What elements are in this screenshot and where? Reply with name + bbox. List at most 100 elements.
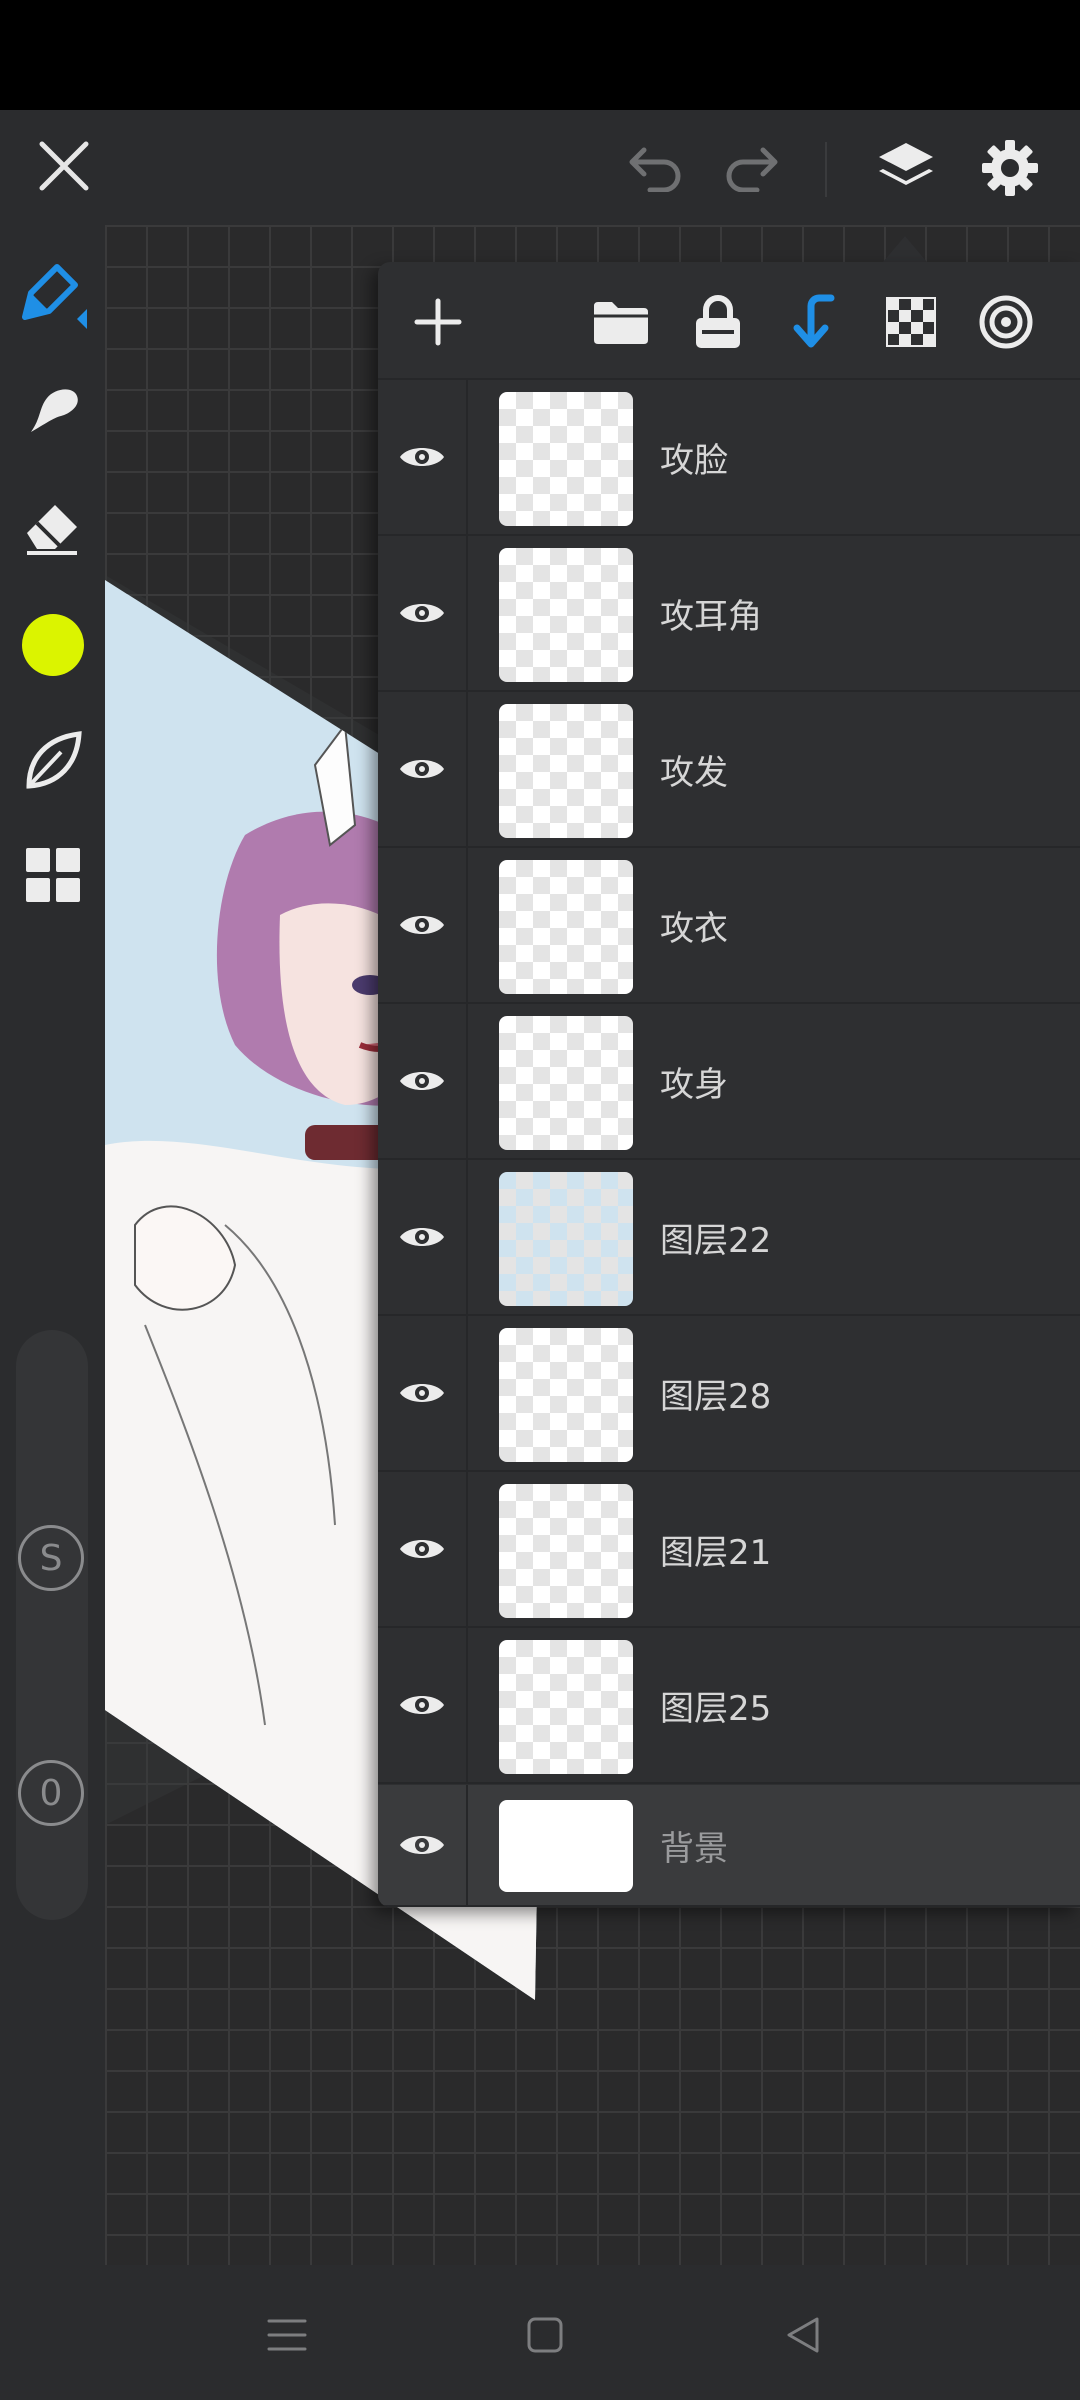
home-button[interactable] — [505, 2295, 585, 2375]
layer-name: 攻发 — [660, 752, 728, 793]
layer-thumbnail — [499, 392, 633, 526]
settings-button[interactable] — [970, 128, 1050, 208]
add-icon — [414, 298, 462, 346]
layer-name: 图层28 — [660, 1376, 772, 1417]
eye-icon — [400, 448, 444, 466]
visibility-toggle[interactable] — [378, 1628, 468, 1782]
recents-button[interactable] — [247, 2295, 327, 2375]
layer-thumbnail — [499, 1172, 633, 1306]
visibility-toggle[interactable] — [378, 380, 468, 534]
visibility-toggle[interactable] — [378, 1316, 468, 1470]
close-icon — [39, 141, 89, 191]
layer-row[interactable]: 攻脸 — [378, 380, 1080, 536]
clip-down-icon — [793, 294, 835, 348]
redo-button[interactable] — [715, 130, 787, 202]
smudge-tool-button[interactable] — [0, 360, 105, 460]
layer-name: 攻身 — [660, 1064, 728, 1105]
size-slider-label: S — [18, 1525, 84, 1591]
lock-button[interactable] — [680, 284, 756, 360]
left-toolbar: S 0 — [0, 225, 105, 2265]
transparency-icon — [886, 297, 936, 347]
layers-toolbar — [378, 262, 1080, 380]
brush-icon — [21, 264, 87, 329]
leaf-tool-button[interactable] — [0, 710, 105, 810]
layers-panel: 攻脸 攻耳角 攻发 攻衣 攻身 图层22 图层28 图层21 图层25 背景 — [378, 262, 1080, 1907]
layers-button[interactable] — [866, 128, 946, 208]
target-icon — [979, 295, 1033, 349]
layer-name: 背景 — [660, 1828, 728, 1869]
visibility-toggle[interactable] — [378, 1004, 468, 1158]
reference-button[interactable] — [968, 284, 1044, 360]
layer-name: 图层22 — [660, 1220, 772, 1261]
visibility-toggle[interactable] — [378, 1785, 468, 1905]
eye-icon — [400, 1384, 444, 1402]
layer-row[interactable]: 攻身 — [378, 1004, 1080, 1160]
layer-row[interactable]: 攻耳角 — [378, 536, 1080, 692]
panel-pointer — [883, 236, 927, 262]
layer-name: 攻脸 — [660, 440, 728, 481]
layer-row[interactable]: 图层22 — [378, 1160, 1080, 1316]
smudge-icon — [30, 389, 78, 432]
layer-row[interactable]: 图层21 — [378, 1472, 1080, 1628]
visibility-toggle[interactable] — [378, 848, 468, 1002]
transparency-lock-button[interactable] — [873, 284, 949, 360]
layer-row[interactable]: 攻衣 — [378, 848, 1080, 1004]
layer-row[interactable]: 图层25 — [378, 1628, 1080, 1784]
leaf-icon — [25, 731, 82, 789]
visibility-toggle[interactable] — [378, 692, 468, 846]
background-layer-row[interactable]: 背景 — [378, 1785, 1080, 1907]
layer-row[interactable]: 图层28 — [378, 1316, 1080, 1472]
layer-thumbnail — [499, 1800, 633, 1892]
layer-row[interactable]: 攻发 — [378, 692, 1080, 848]
top-toolbar — [0, 110, 1080, 225]
close-button[interactable] — [28, 130, 100, 202]
eye-icon — [400, 1540, 444, 1558]
add-layer-button[interactable] — [400, 284, 476, 360]
back-icon — [787, 2317, 819, 2353]
folder-icon — [594, 302, 648, 344]
eraser-tool-button[interactable] — [0, 475, 105, 575]
color-button[interactable] — [0, 595, 105, 695]
gallery-button[interactable] — [0, 825, 105, 925]
layer-name: 攻耳角 — [660, 596, 762, 637]
eye-icon — [400, 1228, 444, 1246]
eye-icon — [400, 916, 444, 934]
lock-icon — [696, 295, 740, 348]
opacity-slider-label: 0 — [18, 1760, 84, 1826]
visibility-toggle[interactable] — [378, 536, 468, 690]
layer-thumbnail — [499, 1484, 633, 1618]
layer-name: 图层25 — [660, 1688, 772, 1729]
home-icon — [527, 2317, 563, 2353]
brush-tool-button[interactable] — [0, 245, 105, 345]
undo-icon — [629, 147, 681, 192]
layer-thumbnail — [499, 704, 633, 838]
eye-icon — [400, 1696, 444, 1714]
layer-thumbnail — [499, 548, 633, 682]
layer-thumbnail — [499, 1016, 633, 1150]
grid-icon — [25, 848, 80, 902]
eye-icon — [400, 1836, 444, 1854]
layer-thumbnail — [499, 1640, 633, 1774]
visibility-toggle[interactable] — [378, 1472, 468, 1626]
eye-icon — [400, 760, 444, 778]
clip-layer-button[interactable] — [776, 284, 852, 360]
layer-name: 攻衣 — [660, 908, 728, 949]
back-button[interactable] — [763, 2295, 843, 2375]
menu-icon — [267, 2319, 307, 2351]
gear-icon — [982, 140, 1038, 196]
visibility-toggle[interactable] — [378, 1160, 468, 1314]
eraser-icon — [26, 505, 77, 555]
redo-icon — [726, 147, 778, 192]
color-swatch — [21, 614, 84, 676]
layers-icon — [879, 143, 933, 185]
undo-button[interactable] — [620, 130, 692, 202]
toolbar-divider — [825, 142, 827, 197]
eye-icon — [400, 1072, 444, 1090]
layer-thumbnail — [499, 1328, 633, 1462]
eye-icon — [400, 604, 444, 622]
brush-size-slider[interactable] — [16, 1330, 88, 1920]
folder-button[interactable] — [583, 284, 659, 360]
system-nav-bar — [0, 2265, 1080, 2400]
status-bar — [0, 0, 1080, 110]
layer-thumbnail — [499, 860, 633, 994]
